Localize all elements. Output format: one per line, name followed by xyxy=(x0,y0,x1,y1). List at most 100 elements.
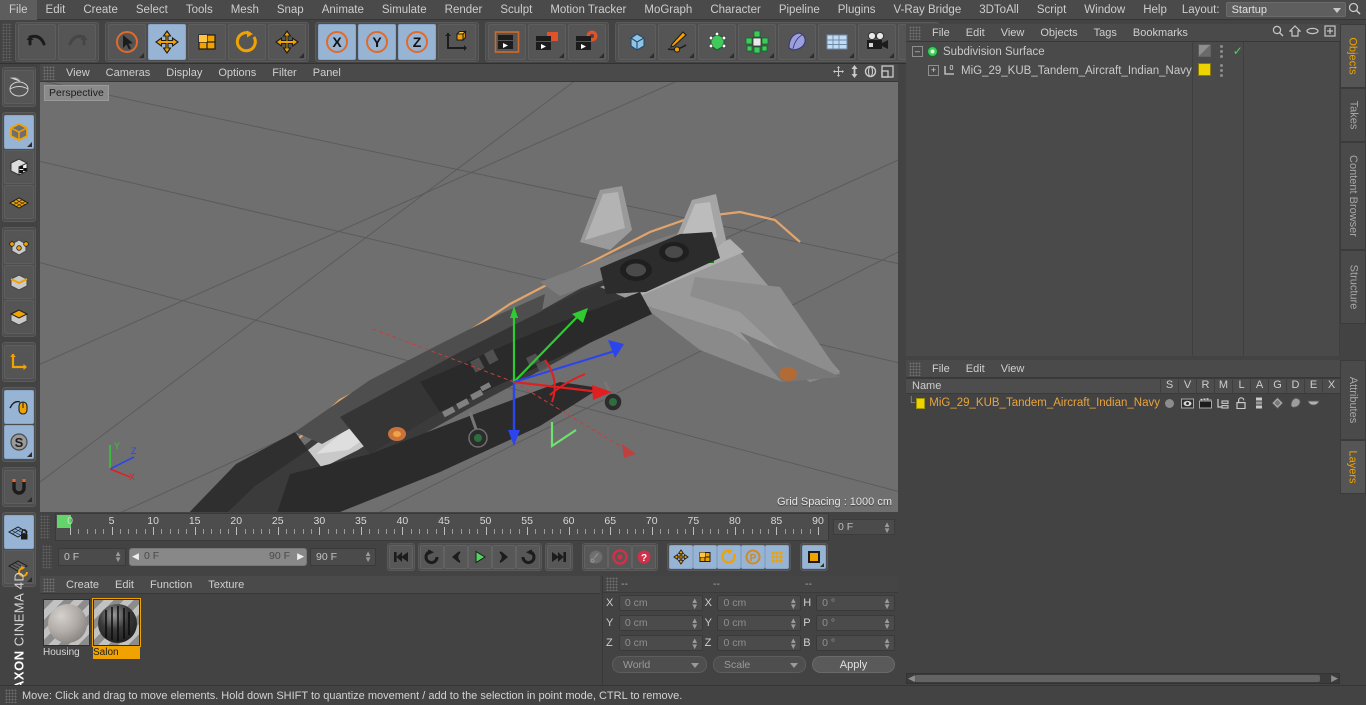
coord-rot-p-input[interactable]: 0 ° ▲ ▼ xyxy=(816,615,895,631)
spinner-icon[interactable]: ▲ ▼ xyxy=(883,521,891,535)
column-r[interactable]: R xyxy=(1196,378,1214,394)
timeline-icon[interactable] xyxy=(802,545,826,569)
lock-icon[interactable] xyxy=(1232,397,1250,409)
viewport-menu-view[interactable]: View xyxy=(58,64,98,82)
go-to-start-icon[interactable] xyxy=(389,545,413,569)
lm-menu-file[interactable]: File xyxy=(924,360,958,378)
model-mode-icon[interactable] xyxy=(4,115,34,149)
layer-manager-grip[interactable] xyxy=(909,361,921,376)
rotate-tool-icon[interactable] xyxy=(228,23,266,60)
tab-layers[interactable]: Layers xyxy=(1340,440,1366,494)
menu-mesh[interactable]: Mesh xyxy=(222,0,268,20)
step-forward-icon[interactable] xyxy=(492,545,516,569)
tab-structure[interactable]: Structure xyxy=(1340,250,1366,324)
coordinates-grip[interactable] xyxy=(606,577,618,591)
viewport-menu-cameras[interactable]: Cameras xyxy=(98,64,159,82)
coord-size-y-input[interactable]: 0 cm ▲ ▼ xyxy=(717,615,802,631)
material-menu-texture[interactable]: Texture xyxy=(200,576,252,594)
add-mograph-icon[interactable] xyxy=(738,23,776,60)
fast-forward-icon[interactable] xyxy=(516,545,540,569)
add-cube-icon[interactable] xyxy=(618,23,656,60)
play-icon[interactable] xyxy=(468,545,492,569)
polygons-mode-icon[interactable] xyxy=(4,300,34,334)
menu-help[interactable]: Help xyxy=(1134,0,1176,20)
display-tag-icon[interactable] xyxy=(1197,43,1211,60)
undo-button[interactable] xyxy=(18,23,56,60)
menu-render[interactable]: Render xyxy=(436,0,492,20)
material-menu-function[interactable]: Function xyxy=(142,576,200,594)
column-x[interactable]: X xyxy=(1322,378,1340,394)
dolly-icon[interactable] xyxy=(849,64,860,81)
live-selection-icon[interactable] xyxy=(108,23,146,60)
rotation-key-icon[interactable] xyxy=(717,545,741,569)
add-generator-icon[interactable] xyxy=(698,23,736,60)
menu-window[interactable]: Window xyxy=(1075,0,1134,20)
timeline-ruler[interactable]: 0 5 10 15 20 25 30 35 40 45 50 55 60 65 70 75 80 85 90 xyxy=(55,513,829,541)
rewind-icon[interactable] xyxy=(420,545,444,569)
expression-icon[interactable] xyxy=(1304,398,1322,408)
menu-vray-bridge[interactable]: V-Ray Bridge xyxy=(884,0,970,20)
tab-takes[interactable]: Takes xyxy=(1340,88,1366,142)
object-row-subdivision-surface[interactable]: – Subdivision Surface xyxy=(906,42,1192,61)
tab-content-browser[interactable]: Content Browser xyxy=(1340,142,1366,250)
viewport-grip[interactable] xyxy=(43,65,55,80)
pan-icon[interactable] xyxy=(832,65,845,81)
menu-mograph[interactable]: MoGraph xyxy=(635,0,701,20)
spinner-icon[interactable]: ▲ ▼ xyxy=(789,617,797,631)
layer-color-swatch[interactable] xyxy=(916,397,926,409)
add-deformer-icon[interactable] xyxy=(778,23,816,60)
om-menu-objects[interactable]: Objects xyxy=(1032,24,1085,42)
coord-pos-x-input[interactable]: 0 cm ▲ ▼ xyxy=(618,595,703,611)
manager-icon[interactable] xyxy=(1214,398,1232,409)
scale-key-icon[interactable] xyxy=(693,545,717,569)
redo-button[interactable] xyxy=(58,23,96,60)
apply-button[interactable]: Apply xyxy=(812,655,896,673)
coord-rot-b-input[interactable]: 0 ° ▲ ▼ xyxy=(816,635,895,651)
workplane-mode-icon[interactable] xyxy=(4,185,34,219)
render-settings-icon[interactable] xyxy=(568,23,606,60)
menu-simulate[interactable]: Simulate xyxy=(373,0,436,20)
object-row-mig29[interactable]: + 0 MiG_29_KUB_Tandem_Aircraft_Indian_Na… xyxy=(906,61,1192,80)
timeline-frame-field[interactable]: 0 F ▲ ▼ xyxy=(833,519,895,535)
object-axis-icon[interactable] xyxy=(4,345,34,379)
points-mode-icon[interactable] xyxy=(4,230,34,264)
scrollbar-thumb[interactable] xyxy=(915,675,1320,682)
maximize-view-icon[interactable] xyxy=(881,64,894,81)
object-manager-grip[interactable] xyxy=(909,25,921,40)
render-view-icon[interactable] xyxy=(488,23,526,60)
material-swatch[interactable] xyxy=(43,599,90,646)
spinner-icon[interactable]: ▲ ▼ xyxy=(691,597,699,611)
spinner-icon[interactable]: ▲ ▼ xyxy=(364,550,372,564)
edges-mode-icon[interactable] xyxy=(4,265,34,299)
expand-icon[interactable]: + xyxy=(928,65,939,76)
tab-attributes[interactable]: Attributes xyxy=(1340,360,1366,440)
spinner-icon[interactable]: ▲ ▼ xyxy=(789,597,797,611)
rotate-view-icon[interactable] xyxy=(864,65,877,81)
transport-grip[interactable] xyxy=(42,545,52,569)
om-menu-bookmarks[interactable]: Bookmarks xyxy=(1125,24,1196,42)
add-environment-icon[interactable] xyxy=(818,23,856,60)
column-s[interactable]: S xyxy=(1160,378,1178,394)
material-swatch[interactable] xyxy=(92,598,141,647)
texture-mode-icon[interactable] xyxy=(4,150,34,184)
tag-dots-icon[interactable] xyxy=(1217,64,1227,77)
param-key-icon[interactable]: P xyxy=(741,545,765,569)
range-right-arrow-icon[interactable]: ▶ xyxy=(297,551,304,562)
add-spline-icon[interactable] xyxy=(658,23,696,60)
menu-create[interactable]: Create xyxy=(74,0,127,20)
menu-snap[interactable]: Snap xyxy=(268,0,313,20)
texture-axis-icon[interactable] xyxy=(4,70,34,104)
render-region-icon[interactable] xyxy=(528,23,566,60)
spinner-icon[interactable]: ▲ ▼ xyxy=(789,637,797,651)
search-icon[interactable] xyxy=(1346,2,1364,18)
spinner-icon[interactable]: ▲ ▼ xyxy=(883,617,891,631)
axis-z-button[interactable]: Z xyxy=(398,23,436,60)
solo-dot-icon[interactable] xyxy=(1160,398,1178,409)
scroll-left-icon[interactable]: ◀ xyxy=(908,674,915,683)
lm-menu-edit[interactable]: Edit xyxy=(958,360,993,378)
viewport-menu-panel[interactable]: Panel xyxy=(305,64,349,82)
render-icon[interactable] xyxy=(1196,397,1214,409)
workplane-lock-icon[interactable] xyxy=(4,515,34,549)
record-active-objects-icon[interactable] xyxy=(608,545,632,569)
scale-tool-icon[interactable] xyxy=(188,23,226,60)
